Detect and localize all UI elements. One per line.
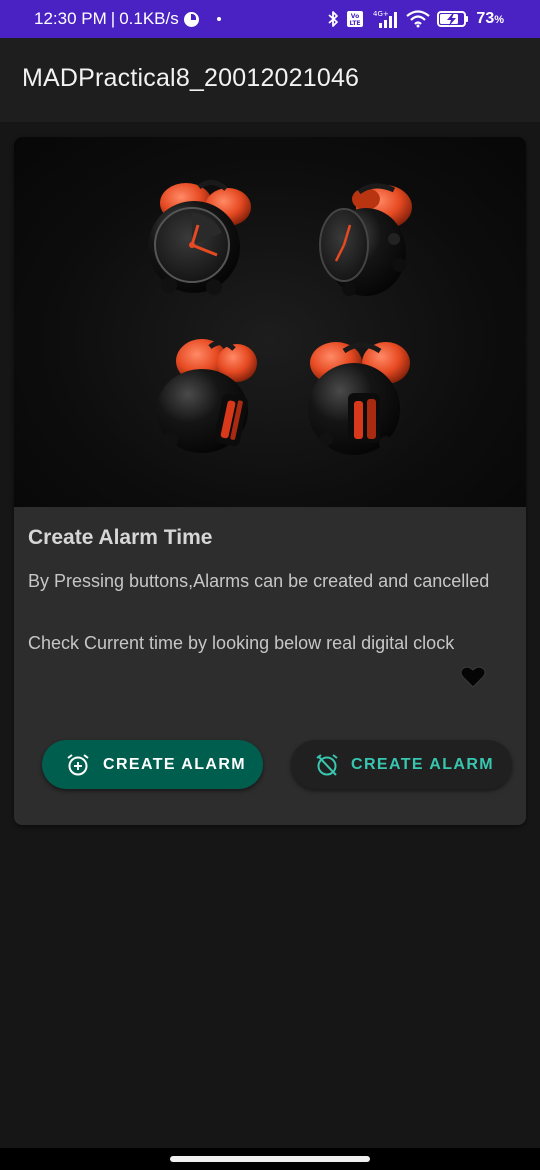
clock-hint: Check Current time by looking below real… <box>28 633 455 653</box>
clock-front-view <box>148 180 251 295</box>
cancel-alarm-label: CREATE ALARM <box>351 755 495 773</box>
alarm-add-icon <box>67 753 89 775</box>
heart-icon[interactable] <box>460 665 486 689</box>
card-title: Create Alarm Time <box>28 526 213 549</box>
app-bar: MADPractical8_20012021046 <box>0 38 540 122</box>
battery-charging-icon <box>437 11 469 27</box>
status-left: 12:30 PM | 0.1KB/s <box>34 0 221 38</box>
data-saver-icon <box>183 11 199 27</box>
app-screen: 12:30 PM | 0.1KB/s Vo LTE 4G+ 73% MADPra… <box>0 0 540 1170</box>
wifi-icon <box>406 10 431 28</box>
alarm-card: Create Alarm Time By Pressing buttons,Al… <box>14 137 526 825</box>
notification-dot-icon <box>216 17 221 21</box>
battery-percent: 73% <box>476 10 504 28</box>
battery-value: 73 <box>476 10 495 27</box>
status-separator: | <box>110 9 116 28</box>
status-time: 12:30 PM <box>34 9 107 28</box>
svg-text:Vo: Vo <box>351 13 359 20</box>
cancel-alarm-button[interactable]: CREATE ALARM <box>291 740 512 789</box>
clock-back-side-view <box>156 339 257 453</box>
card-description: By Pressing buttons,Alarms can be create… <box>28 571 490 591</box>
create-alarm-label: CREATE ALARM <box>103 755 247 773</box>
battery-unit: % <box>494 14 504 26</box>
signal-icon: 4G+ <box>373 10 398 28</box>
alarm-clocks-image <box>14 137 526 507</box>
status-bar: 12:30 PM | 0.1KB/s Vo LTE 4G+ 73% <box>0 0 540 38</box>
network-speed: 0.1KB/s <box>119 9 179 28</box>
alarm-clocks-illustration <box>148 180 412 455</box>
status-right: Vo LTE 4G+ 73% <box>327 0 504 38</box>
clock-back-view <box>308 342 410 455</box>
home-gesture-handle[interactable] <box>170 1156 370 1162</box>
create-alarm-button[interactable]: CREATE ALARM <box>42 740 263 789</box>
app-title: MADPractical8_20012021046 <box>22 64 360 92</box>
volte-icon: Vo LTE <box>347 11 364 27</box>
alarm-off-icon <box>316 753 338 776</box>
clock-side-view <box>319 183 412 296</box>
navigation-bar <box>0 1148 540 1170</box>
bluetooth-icon <box>328 11 339 27</box>
svg-text:LTE: LTE <box>350 20 361 27</box>
svg-text:4G+: 4G+ <box>373 10 389 18</box>
